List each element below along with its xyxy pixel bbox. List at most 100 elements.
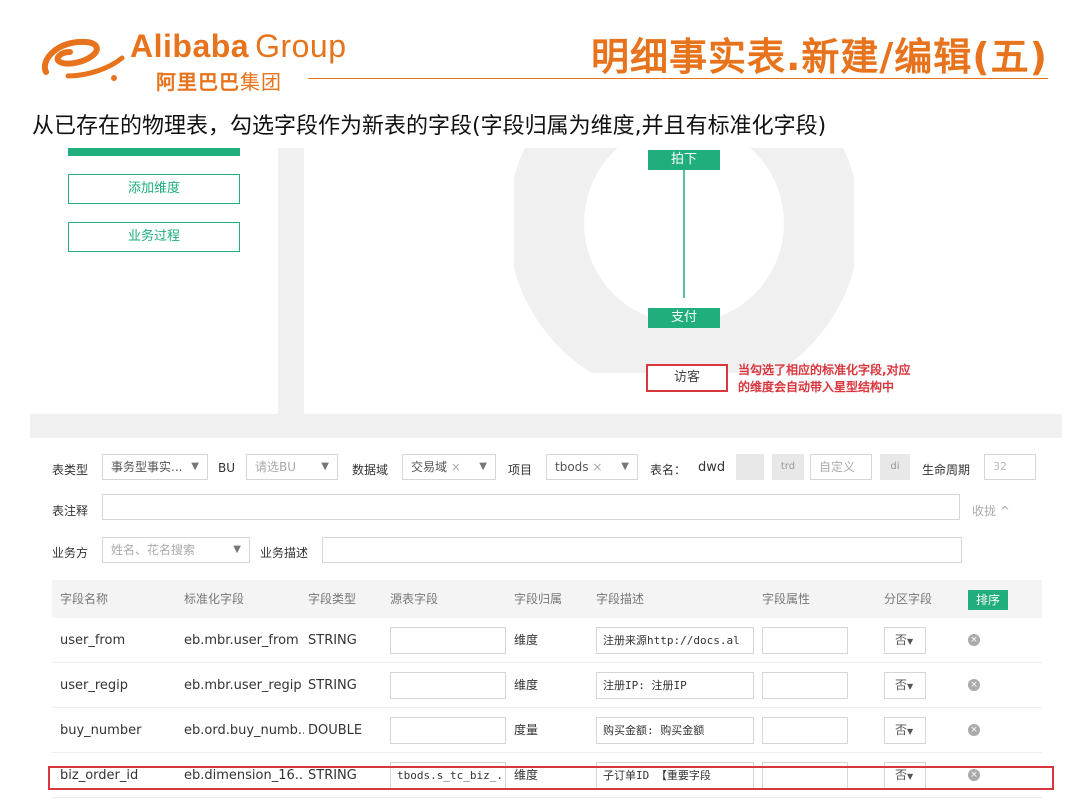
slide-subtitle: 从已存在的物理表，勾选字段作为新表的字段(字段归属为维度,并且有标准化字段): [32, 114, 827, 139]
project-value: tbods: [555, 460, 589, 474]
field-desc-input[interactable]: 注册IP: 注册IP: [596, 672, 754, 699]
source-field-input[interactable]: [390, 672, 506, 699]
source-field-input[interactable]: [390, 717, 506, 744]
field-desc-input[interactable]: 购买金额: 购买金额: [596, 717, 754, 744]
field-belong: 维度: [514, 633, 539, 647]
col-field-belong: 字段归属: [514, 592, 563, 606]
bu-placeholder: 请选BU: [255, 460, 297, 474]
data-domain-label: 数据域: [352, 463, 389, 477]
partition-value: 否: [895, 723, 908, 737]
business-process-button[interactable]: 业务过程: [68, 222, 240, 252]
clear-icon[interactable]: ×: [451, 460, 461, 474]
field-attr-input[interactable]: [762, 672, 848, 699]
node-visitor-label: 访客: [673, 370, 700, 385]
chevron-down-icon: ▼: [479, 461, 487, 472]
delete-icon[interactable]: ×: [968, 634, 980, 646]
field-type: STRING: [308, 678, 357, 693]
partition-value: 否: [895, 678, 908, 692]
project-select[interactable]: tbods × ▼: [546, 454, 638, 480]
field-name: buy_number: [60, 723, 142, 738]
table-row: user_regip eb.mbr.user_regip STRING 维度 注…: [52, 663, 1042, 708]
col-field-attr: 字段属性: [762, 592, 811, 606]
biz-desc-label: 业务描述: [260, 546, 309, 560]
chevron-down-icon: ▼: [907, 727, 914, 736]
brand-name-cn: 阿里巴巴集团: [156, 70, 282, 94]
biz-desc-input[interactable]: [322, 537, 962, 563]
field-attr-input[interactable]: [762, 717, 848, 744]
field-desc-input[interactable]: 注册来源http://docs.al: [596, 627, 754, 654]
chevron-down-icon: ▼: [907, 637, 914, 646]
table-type-select[interactable]: 事务型事实... ▼: [102, 454, 208, 480]
table-row: user_from eb.mbr.user_from STRING 维度 注册来…: [52, 618, 1042, 663]
table-comment-label: 表注释: [52, 504, 89, 518]
col-partition: 分区字段: [884, 592, 933, 606]
fields-table-header: 字段名称 标准化字段 字段类型 源表字段 字段归属 字段描述 字段属性 分区字段…: [52, 580, 1042, 618]
alibaba-logo: Alibaba Group 阿里巴巴集团: [38, 28, 398, 94]
left-panel: 添加维度 业务过程: [30, 148, 278, 414]
table-form: 表类型 事务型事实... ▼ BU 请选BU ▼ 数据域 交易域 × ▼ 项目 tbo…: [30, 438, 1062, 800]
col-std-field: 标准化字段: [184, 592, 245, 606]
annotation-line-2: 的维度会自动带入星型结构中: [738, 380, 895, 394]
brand-name: Alibaba Group: [130, 28, 347, 64]
field-type: DOUBLE: [308, 723, 363, 738]
table-name-suffix[interactable]: di: [880, 454, 910, 480]
alibaba-swoosh-icon: [41, 38, 125, 81]
star-schema-panel: 拍下 支付 访客 当勾选了相应的标准化字段,对应 的维度会自动带入星型结构中: [304, 148, 1062, 414]
partition-value: 否: [895, 633, 908, 647]
field-type: STRING: [308, 633, 357, 648]
annotation-note: 当勾选了相应的标准化字段,对应 的维度会自动带入星型结构中: [738, 362, 911, 396]
partition-select[interactable]: 否▼: [884, 672, 926, 699]
field-belong: 维度: [514, 678, 539, 692]
chevron-down-icon: ▼: [321, 461, 329, 472]
col-field-type: 字段类型: [308, 592, 357, 606]
field-name: user_from: [60, 633, 126, 648]
table-row: buy_number eb.ord.buy_numb.. DOUBLE 度量 购…: [52, 708, 1042, 753]
owner-label: 业务方: [52, 546, 89, 560]
highlight-row-frame: [48, 766, 1054, 790]
delete-icon[interactable]: ×: [968, 679, 980, 691]
bu-select[interactable]: 请选BU ▼: [246, 454, 338, 480]
project-label: 项目: [508, 463, 533, 477]
slide-title: 明细事实表.新建/编辑(五): [590, 35, 1048, 79]
lifecycle-input[interactable]: 32: [984, 454, 1036, 480]
star-schema-ring: [514, 148, 854, 373]
table-comment-input[interactable]: [102, 494, 960, 520]
node-place-order[interactable]: 拍下: [648, 150, 720, 170]
owner-placeholder: 姓名、花名搜索: [111, 543, 196, 557]
std-field: eb.mbr.user_from: [184, 633, 299, 648]
source-field-input[interactable]: [390, 627, 506, 654]
node-payment[interactable]: 支付: [648, 308, 720, 328]
node-visitor[interactable]: 访客: [646, 364, 728, 392]
delete-icon[interactable]: ×: [968, 724, 980, 736]
collapse-link[interactable]: 收拢 ^: [972, 502, 1010, 519]
clear-icon[interactable]: ×: [592, 460, 602, 474]
table-name-trd[interactable]: trd: [772, 454, 804, 480]
table-type-value: 事务型事实...: [111, 460, 183, 474]
std-field: eb.mbr.user_regip: [184, 678, 302, 693]
table-name-prefix: dwd: [698, 460, 726, 475]
partition-select[interactable]: 否▼: [884, 717, 926, 744]
chevron-down-icon: ▼: [621, 461, 629, 472]
field-belong: 度量: [514, 723, 539, 737]
table-type-label: 表类型: [52, 463, 89, 477]
col-field-desc: 字段描述: [596, 592, 645, 606]
table-name-seg-1[interactable]: [736, 454, 764, 480]
field-attr-input[interactable]: [762, 627, 848, 654]
partition-select[interactable]: 否▼: [884, 627, 926, 654]
app-screenshot: 添加维度 业务过程 拍下 支付 访客 当勾选了相应的标准化字段,对应 的维度会自…: [30, 148, 1062, 800]
sort-button[interactable]: 排序: [968, 590, 1008, 610]
lifecycle-label: 生命周期: [922, 463, 971, 477]
data-domain-value: 交易域: [411, 460, 448, 474]
chevron-down-icon: ▼: [233, 544, 241, 555]
chevron-down-icon: ▼: [907, 682, 914, 691]
col-field-name: 字段名称: [60, 592, 109, 606]
primary-button-partial[interactable]: [68, 148, 240, 156]
table-name-custom-input[interactable]: 自定义: [810, 454, 872, 480]
chevron-down-icon: ▼: [191, 461, 199, 472]
table-name-label: 表名：: [650, 463, 687, 477]
data-domain-select[interactable]: 交易域 × ▼: [402, 454, 496, 480]
add-dimension-button[interactable]: 添加维度: [68, 174, 240, 204]
bu-label: BU: [218, 461, 236, 475]
annotation-line-1: 当勾选了相应的标准化字段,对应: [738, 363, 911, 377]
owner-select[interactable]: 姓名、花名搜索 ▼: [102, 537, 250, 563]
